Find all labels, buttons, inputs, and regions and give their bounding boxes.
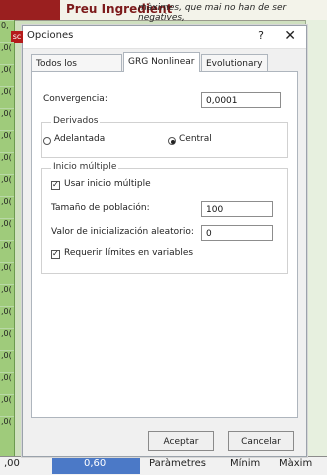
cancel-button[interactable]: Cancelar — [228, 431, 294, 451]
sheet-header-note: màximes, que mai no han de ser negatives… — [138, 3, 287, 23]
sheet-left-cell: ,0( — [0, 416, 14, 438]
sheet-left-cell: ,0( — [0, 218, 14, 240]
sheet-left-cell: ,0( — [0, 240, 14, 262]
sheet-left-cell: ,0( — [0, 372, 14, 394]
require-bounds-checkbox[interactable] — [51, 249, 60, 259]
use-multistart-checkbox[interactable] — [51, 180, 60, 190]
forward-radio[interactable] — [43, 137, 51, 145]
derivatives-title: Derivados — [51, 116, 101, 126]
require-bounds-label[interactable]: Requerir límites en variables — [64, 248, 193, 258]
population-label: Tamaño de población: — [51, 203, 150, 213]
dialog-title: Opciones — [27, 30, 74, 41]
seed-input[interactable]: 0 — [201, 225, 273, 241]
convergence-input[interactable]: 0,0001 — [201, 92, 281, 108]
dialog-titlebar: sc Opciones ? ✕ — [11, 26, 306, 49]
sheet-bottom-params: Paràmetres — [149, 458, 207, 469]
convergence-label: Convergencia: — [43, 94, 108, 104]
sheet-left-cell: 0, — [0, 20, 14, 42]
sheet-left-cell: ,0( — [0, 350, 14, 372]
tab-all-methods[interactable]: Todos los métodos — [31, 54, 122, 87]
sheet-bottom-max: Màxim — [279, 458, 313, 469]
sheet-bottom-blue-value: 0,60 — [84, 458, 107, 469]
sheet-left-cell: ,0( — [0, 306, 14, 328]
population-input[interactable]: 100 — [201, 201, 273, 217]
sheet-left-cell: ,0( — [0, 108, 14, 130]
sheet-left-cell: ,0( — [0, 152, 14, 174]
sheet-bottom-min: Mínim — [230, 458, 261, 469]
sheet-left-cell: ,0( — [0, 42, 14, 64]
central-label[interactable]: Central — [179, 134, 212, 144]
tab-evolutionary[interactable]: Evolutionary — [201, 54, 268, 72]
sheet-right-column — [305, 20, 327, 460]
sheet-left-cell: ,0( — [0, 394, 14, 416]
sheet-bottom-left-value: ,00 — [4, 458, 20, 469]
sheet-left-cell: ,0( — [0, 64, 14, 86]
sheet-left-cell: ,0( — [0, 174, 14, 196]
sheet-red-header-block — [0, 0, 60, 20]
multistart-title: Inicio múltiple — [51, 162, 119, 172]
sheet-left-cell: ,0( — [0, 328, 14, 350]
seed-label: Valor de inicialización aleatorio: — [51, 227, 194, 237]
forward-label[interactable]: Adelantada — [54, 134, 105, 144]
accept-button[interactable]: Aceptar — [148, 431, 214, 451]
tab-grg-nonlinear[interactable]: GRG Nonlinear — [123, 52, 200, 72]
central-radio[interactable] — [168, 137, 176, 145]
solver-options-dialog: sc Opciones ? ✕ Todos los métodos GRG No… — [11, 25, 307, 457]
close-button[interactable]: ✕ — [284, 28, 296, 44]
sheet-left-cell: ,0( — [0, 284, 14, 306]
sheet-left-cell: ,0( — [0, 196, 14, 218]
sheet-left-cell: ,0( — [0, 262, 14, 284]
sheet-left-cell: ,0( — [0, 130, 14, 152]
help-button[interactable]: ? — [258, 29, 264, 42]
sheet-left-cell: ,0( — [0, 86, 14, 108]
use-multistart-label[interactable]: Usar inicio múltiple — [64, 179, 151, 189]
